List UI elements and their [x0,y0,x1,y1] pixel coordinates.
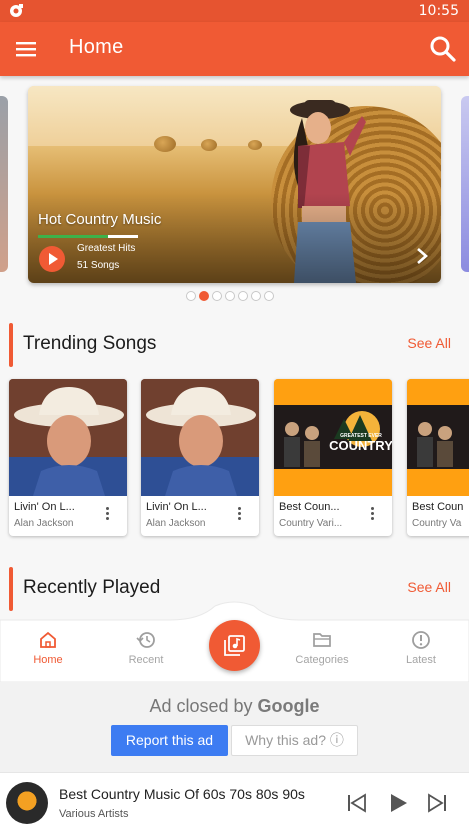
carousel-dot[interactable] [225,291,235,301]
nav-categories-label: Categories [295,654,349,666]
song-title: Best Coun... [279,501,340,513]
ad-closed-prefix: Ad closed by [149,696,253,716]
song-card[interactable]: Livin' On L... Alan Jackson [9,379,127,536]
skip-previous-icon[interactable] [346,792,368,814]
nav-home-label: Home [33,654,63,666]
player-artist: Various Artists [59,808,129,820]
ad-closed-text: Ad closed by Google [0,696,469,717]
nav-recent[interactable]: Recent [101,617,191,682]
trending-see-all-link[interactable]: See All [407,335,451,351]
recent-heading: Recently Played [23,577,161,598]
info-icon [412,631,430,649]
trending-list: Livin' On L... Alan Jackson Livin' On L.… [9,379,469,537]
status-bar: 10:55 [0,0,469,22]
carousel-dot[interactable] [186,291,196,301]
banner-progress [38,235,138,238]
nav-categories[interactable]: Categories [277,617,367,682]
play-button[interactable] [39,246,65,272]
banner-subtitle: Greatest Hits [77,243,136,254]
song-title: Livin' On L... [14,501,75,513]
song-artist: Country Vari... [279,518,343,529]
home-icon [40,631,56,648]
player-song-title: Best Country Music Of 60s 70s 80s 90s [59,786,305,802]
play-icon[interactable] [387,792,409,814]
player-thumbnail [6,782,48,824]
song-card[interactable]: GREATEST EVER COUNTRY Best Coun... Count… [274,379,392,536]
ad-brand: Google [257,696,320,716]
carousel-dot[interactable] [238,291,248,301]
music-library-icon [224,635,245,656]
why-this-ad-button[interactable]: Why this ad? ⓘ [231,725,358,756]
more-vert-icon[interactable] [106,507,110,521]
trending-header: Trending Songs See All [9,323,461,367]
song-artist: Alan Jackson [14,518,74,529]
report-ad-button[interactable]: Report this ad [111,725,228,756]
carousel-dot[interactable] [264,291,274,301]
recent-see-all-link[interactable]: See All [407,579,451,595]
carousel-prev-peek[interactable] [0,96,8,272]
carousel-dot[interactable] [212,291,222,301]
album-art [9,379,127,496]
banner-title: Hot Country Music [38,211,162,228]
history-icon [136,632,155,648]
more-vert-icon[interactable] [238,507,242,521]
carousel-dot[interactable] [199,291,209,301]
song-title: Best Coun [412,501,464,513]
carousel-dot[interactable] [251,291,261,301]
banner-progress-fill [38,235,108,238]
chevron-right-icon[interactable] [415,246,429,266]
art-title: COUNTRY [329,438,392,453]
carousel-next-peek[interactable] [461,96,469,272]
folder-icon [313,633,331,647]
nav-recent-label: Recent [128,654,164,666]
nav-latest[interactable]: Latest [376,617,466,682]
status-time: 10:55 [418,3,459,19]
album-art [407,379,469,496]
song-card[interactable]: Best Coun Country Va [407,379,469,536]
song-artist: Alan Jackson [146,518,206,529]
song-card[interactable]: Livin' On L... Alan Jackson [141,379,259,536]
section-accent-bar [9,323,13,367]
banner-song-count: 51 Songs [77,260,120,271]
nav-home[interactable]: Home [3,617,93,682]
song-artist: Country Va [412,518,462,529]
ad-area: Ad closed by Google Report this ad Why t… [0,682,469,772]
library-fab-button[interactable] [209,620,260,671]
more-vert-icon[interactable] [371,507,375,521]
featured-banner[interactable]: Hot Country Music Greatest Hits 51 Songs [28,86,441,283]
trending-heading: Trending Songs [23,333,157,354]
app-notification-icon [10,4,23,17]
search-icon[interactable] [429,35,457,63]
album-art [141,379,259,496]
hay-bale [154,136,176,152]
page-title: Home [69,36,124,58]
album-art: GREATEST EVER COUNTRY [274,379,392,496]
skip-next-icon[interactable] [426,792,448,814]
hamburger-menu-icon[interactable] [14,37,38,61]
screen: 10:55 Home Hot Country Music Greatest Hi… [0,0,469,834]
song-title: Livin' On L... [146,501,207,513]
app-bar: Home [0,22,469,76]
nav-latest-label: Latest [406,654,436,666]
carousel-pagination [186,291,274,302]
hay-bale [201,139,217,151]
mini-player[interactable]: Best Country Music Of 60s 70s 80s 90s Va… [0,772,469,834]
